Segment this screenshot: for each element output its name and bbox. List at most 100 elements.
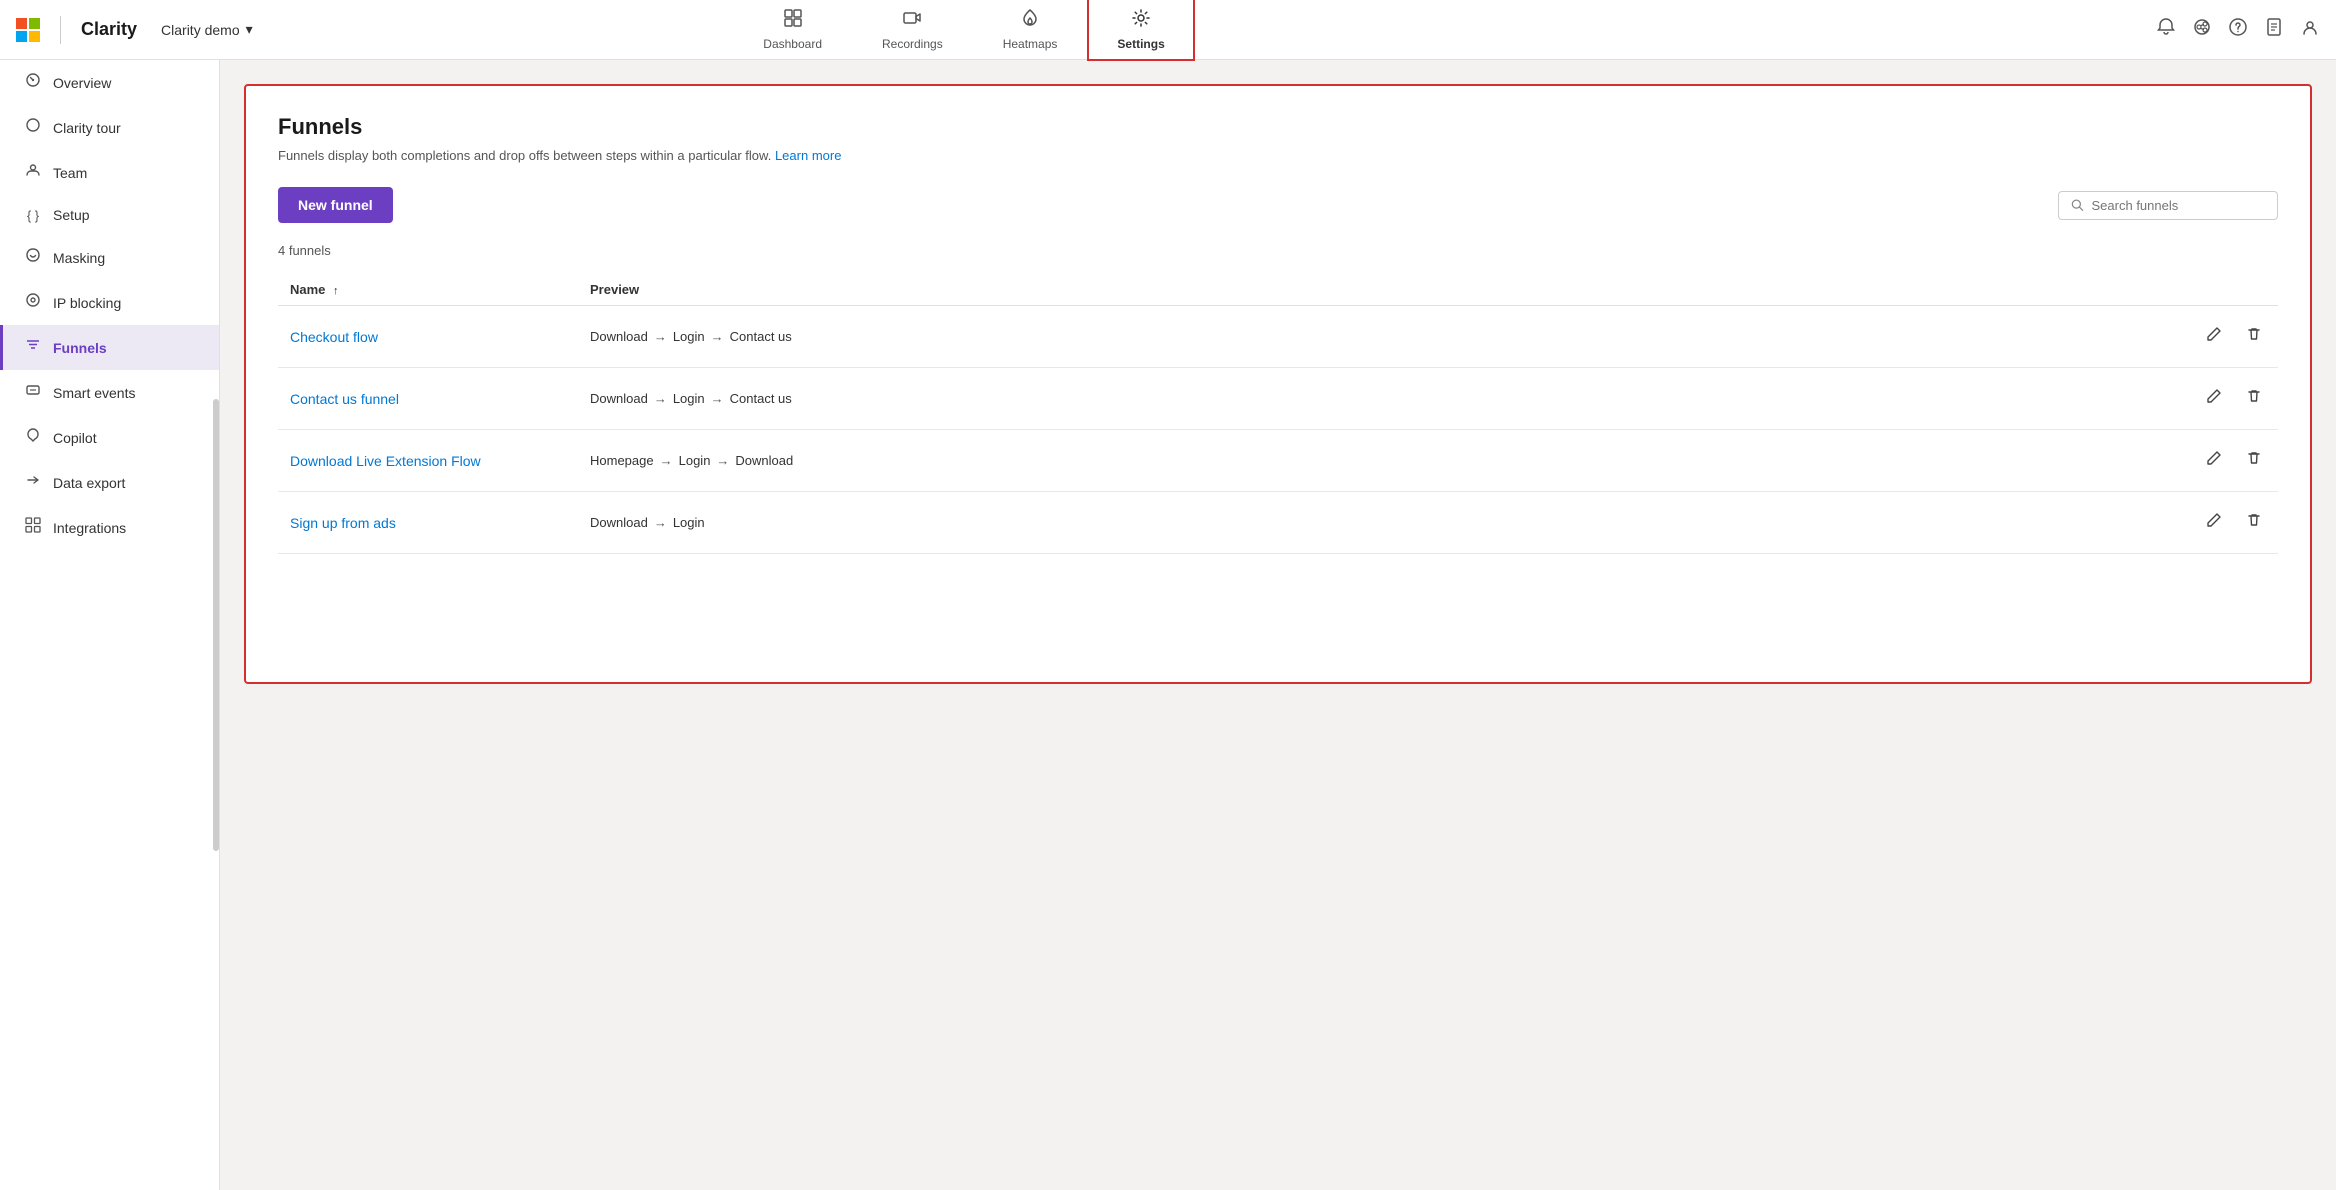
sidebar-item-funnels-label: Funnels	[53, 340, 107, 356]
funnel-name-link[interactable]: Download Live Extension Flow	[290, 453, 481, 469]
app-layout: Overview Clarity tour Team { } Setup Mas…	[0, 60, 2336, 1190]
edit-funnel-button[interactable]	[2202, 322, 2226, 351]
brand-name: Clarity	[81, 19, 137, 40]
new-funnel-button[interactable]: New funnel	[278, 187, 393, 223]
ip-blocking-icon	[23, 292, 43, 313]
funnel-actions-cell	[2190, 430, 2278, 492]
funnel-step: Download	[590, 329, 648, 344]
funnel-step: Download	[735, 453, 793, 468]
delete-funnel-button[interactable]	[2242, 384, 2266, 413]
document-icon[interactable]	[2264, 17, 2284, 42]
notifications-icon[interactable]	[2156, 17, 2176, 42]
sort-icon[interactable]: ↑	[333, 285, 339, 297]
learn-more-link[interactable]: Learn more	[775, 148, 841, 163]
nav-dashboard[interactable]: Dashboard	[733, 0, 852, 61]
funnel-name-cell: Sign up from ads	[278, 492, 578, 554]
funnel-step: Login	[673, 515, 705, 530]
sidebar-item-masking-label: Masking	[53, 250, 105, 266]
funnel-name-link[interactable]: Contact us funnel	[290, 391, 399, 407]
funnel-preview-cell: Download→Login→Contact us	[578, 306, 2190, 368]
help-icon[interactable]	[2228, 17, 2248, 42]
sidebar-item-overview[interactable]: Overview	[0, 60, 219, 105]
arrow-icon: →	[654, 515, 667, 530]
delete-funnel-button[interactable]	[2242, 508, 2266, 537]
sidebar-item-integrations[interactable]: Integrations	[0, 505, 219, 550]
arrow-icon: →	[660, 453, 673, 468]
delete-funnel-button[interactable]	[2242, 446, 2266, 475]
search-funnels-box[interactable]	[2058, 191, 2278, 220]
nav-recordings-label: Recordings	[882, 37, 943, 51]
sidebar-item-data-export[interactable]: Data export	[0, 460, 219, 505]
share-icon[interactable]	[2192, 17, 2212, 42]
funnel-name-link[interactable]: Sign up from ads	[290, 515, 396, 531]
nav-settings[interactable]: Settings	[1087, 0, 1194, 61]
page-desc-text: Funnels display both completions and dro…	[278, 148, 771, 163]
search-icon	[2071, 198, 2084, 212]
edit-funnel-button[interactable]	[2202, 384, 2226, 413]
sidebar-item-setup[interactable]: { } Setup	[0, 195, 219, 235]
project-selector[interactable]: Clarity demo ▾	[161, 21, 253, 38]
sidebar: Overview Clarity tour Team { } Setup Mas…	[0, 60, 220, 1190]
arrow-icon: →	[711, 391, 724, 406]
logo-area: Clarity	[16, 16, 137, 44]
funnel-name-link[interactable]: Checkout flow	[290, 329, 378, 345]
data-export-icon	[23, 472, 43, 493]
heatmaps-icon	[1020, 8, 1040, 33]
sidebar-item-team[interactable]: Team	[0, 150, 219, 195]
funnel-step: Login	[673, 391, 705, 406]
funnel-steps: Download→Login→Contact us	[590, 391, 2178, 406]
project-name: Clarity demo	[161, 22, 240, 38]
table-row: Checkout flow Download→Login→Contact us	[278, 306, 2278, 368]
user-avatar-icon[interactable]	[2300, 17, 2320, 42]
settings-icon	[1131, 8, 1151, 33]
header-actions	[2156, 17, 2320, 42]
sidebar-item-clarity-tour-label: Clarity tour	[53, 120, 121, 136]
sidebar-item-funnels[interactable]: Funnels	[0, 325, 219, 370]
app-header: Clarity Clarity demo ▾ Dashboard Recordi…	[0, 0, 2336, 60]
delete-icon	[2246, 512, 2262, 528]
funnel-preview-cell: Download→Login→Contact us	[578, 368, 2190, 430]
chevron-down-icon: ▾	[246, 21, 253, 38]
funnel-count: 4 funnels	[278, 243, 2278, 258]
funnel-step: Contact us	[730, 329, 792, 344]
sidebar-item-integrations-label: Integrations	[53, 520, 126, 536]
edit-funnel-button[interactable]	[2202, 446, 2226, 475]
smart-events-icon	[23, 382, 43, 403]
funnel-step: Login	[673, 329, 705, 344]
funnels-content-box: Funnels Funnels display both completions…	[244, 84, 2312, 684]
delete-funnel-button[interactable]	[2242, 322, 2266, 351]
col-header-preview: Preview	[578, 274, 2190, 306]
funnel-step: Homepage	[590, 453, 654, 468]
nav-recordings[interactable]: Recordings	[852, 0, 973, 61]
overview-icon	[23, 72, 43, 93]
funnel-name-cell: Download Live Extension Flow	[278, 430, 578, 492]
header-divider	[60, 16, 61, 44]
col-header-actions	[2190, 274, 2278, 306]
nav-heatmaps-label: Heatmaps	[1003, 37, 1058, 51]
sidebar-item-masking[interactable]: Masking	[0, 235, 219, 280]
page-description: Funnels display both completions and dro…	[278, 148, 2278, 163]
edit-funnel-button[interactable]	[2202, 508, 2226, 537]
sidebar-item-data-export-label: Data export	[53, 475, 125, 491]
sidebar-scrollbar[interactable]	[213, 399, 219, 851]
nav-settings-label: Settings	[1117, 37, 1164, 51]
edit-icon	[2206, 512, 2222, 528]
delete-icon	[2246, 450, 2262, 466]
sidebar-item-smart-events[interactable]: Smart events	[0, 370, 219, 415]
sidebar-item-ip-blocking[interactable]: IP blocking	[0, 280, 219, 325]
microsoft-logo	[16, 18, 40, 42]
sidebar-item-setup-label: Setup	[53, 207, 90, 223]
table-row: Sign up from adsDownload→Login	[278, 492, 2278, 554]
funnel-steps: Homepage→Login→Download	[590, 453, 2178, 468]
nav-heatmaps[interactable]: Heatmaps	[973, 0, 1088, 61]
copilot-icon	[23, 427, 43, 448]
search-input[interactable]	[2092, 198, 2265, 213]
team-icon	[23, 162, 43, 183]
arrow-icon: →	[654, 391, 667, 406]
sidebar-item-copilot[interactable]: Copilot	[0, 415, 219, 460]
setup-icon: { }	[23, 208, 43, 223]
table-row: Contact us funnelDownload→Login→Contact …	[278, 368, 2278, 430]
page-title: Funnels	[278, 114, 2278, 140]
table-row: Download Live Extension FlowHomepage→Log…	[278, 430, 2278, 492]
sidebar-item-clarity-tour[interactable]: Clarity tour	[0, 105, 219, 150]
